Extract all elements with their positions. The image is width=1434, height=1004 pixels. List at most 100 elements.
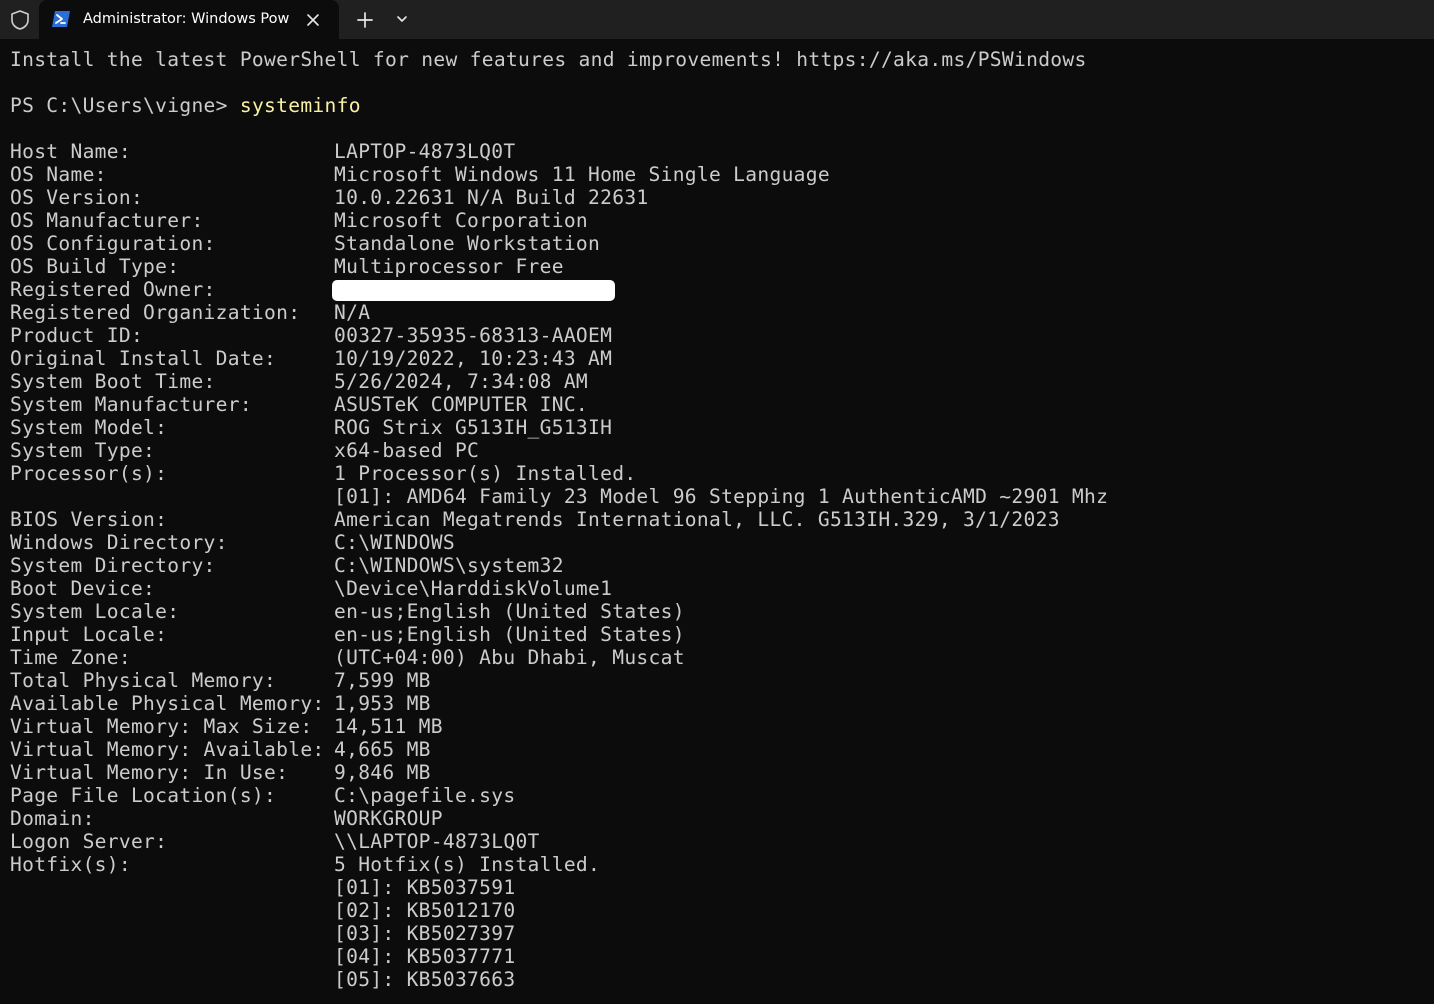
info-value: en-us;English (United States) [334,600,685,623]
info-value: LAPTOP-4873LQ0T [334,140,516,163]
info-value: C:\WINDOWS\system32 [334,554,564,577]
info-key: Host Name: [10,140,131,163]
info-value: [01]: KB5037591 [334,876,516,899]
info-key: Virtual Memory: Max Size: [10,715,313,738]
info-row: Host Name: LAPTOP-4873LQ0T [10,140,1430,163]
info-row: Available Physical Memory: 1,953 MB [10,692,1430,715]
info-value: (UTC+04:00) Abu Dhabi, Muscat [334,646,685,669]
new-tab-icon[interactable] [352,7,378,33]
systeminfo-output: Host Name: LAPTOP-4873LQ0T OS Name: Microso… [10,140,1430,991]
info-row: Registered Owner: [10,278,1430,301]
info-row: Product ID: 00327-35935-68313-AAOEM [10,324,1430,347]
info-value: \\LAPTOP-4873LQ0T [334,830,540,853]
info-row: OS Version: 10.0.22631 N/A Build 22631 [10,186,1430,209]
info-value: Multiprocessor Free [334,255,564,278]
info-key: BIOS Version: [10,508,168,531]
info-row: System Boot Time: 5/26/2024, 7:34:08 AM [10,370,1430,393]
info-value: 1,953 MB [334,692,431,715]
info-row: OS Build Type: Multiprocessor Free [10,255,1430,278]
tab-powershell[interactable]: Administrator: Windows Powe [39,0,339,39]
info-key: System Model: [10,416,168,439]
info-key: Page File Location(s): [10,784,277,807]
info-value: WORKGROUP [334,807,443,830]
info-row: Virtual Memory: In Use: 9,846 MB [10,761,1430,784]
info-key: Virtual Memory: Available: [10,738,325,761]
info-value: 5 Hotfix(s) Installed. [334,853,601,876]
info-value: American Megatrends International, LLC. … [334,508,1060,531]
info-value: C:\pagefile.sys [334,784,516,807]
info-value: ASUSTeK COMPUTER INC. [334,393,589,416]
info-key: Virtual Memory: In Use: [10,761,289,784]
close-icon[interactable] [301,8,325,32]
info-row: [01]: KB5037591 [10,876,1430,899]
update-banner: Install the latest PowerShell for new fe… [10,48,1087,71]
info-key: System Boot Time: [10,370,216,393]
info-row: System Model: ROG Strix G513IH_G513IH [10,416,1430,439]
info-row: System Directory: C:\WINDOWS\system32 [10,554,1430,577]
info-row: OS Manufacturer: Microsoft Corporation [10,209,1430,232]
chevron-down-icon[interactable] [391,8,413,30]
info-key: Time Zone: [10,646,131,669]
info-key: OS Manufacturer: [10,209,204,232]
info-row: [03]: KB5027397 [10,922,1430,945]
info-value: [03]: KB5027397 [334,922,516,945]
info-row: System Locale: en-us;English (United Stat… [10,600,1430,623]
info-row: Domain: WORKGROUP [10,807,1430,830]
redaction-bar [332,280,615,301]
prompt-line: PS C:\Users\vigne> systeminfo [10,94,1430,117]
info-value: [01]: AMD64 Family 23 Model 96 Stepping … [334,485,1109,508]
info-key: System Type: [10,439,156,462]
info-row: Input Locale: en-us;English (United State… [10,623,1430,646]
prompt-path: PS C:\Users\vigne> [10,94,240,117]
info-row: Processor(s): 1 Processor(s) Installed. [10,462,1430,485]
info-row: [04]: KB5037771 [10,945,1430,968]
info-value: x64-based PC [334,439,480,462]
info-row: System Type: x64-based PC [10,439,1430,462]
info-key: Processor(s): [10,462,168,485]
info-key: System Manufacturer: [10,393,252,416]
info-row: Total Physical Memory: 7,599 MB [10,669,1430,692]
info-key: Input Locale: [10,623,168,646]
info-key: Registered Organization: [10,301,301,324]
info-value: 10.0.22631 N/A Build 22631 [334,186,649,209]
powershell-icon [52,11,70,27]
info-key: Windows Directory: [10,531,228,554]
info-row: Hotfix(s): 5 Hotfix(s) Installed. [10,853,1430,876]
info-value: 9,846 MB [334,761,431,784]
terminal-output[interactable]: Install the latest PowerShell for new fe… [10,48,1430,991]
info-value: [05]: KB5037663 [334,968,516,991]
info-row: Time Zone: (UTC+04:00) Abu Dhabi, Muscat [10,646,1430,669]
info-key: OS Version: [10,186,144,209]
info-value: Microsoft Windows 11 Home Single Languag… [334,163,830,186]
info-key: Available Physical Memory: [10,692,325,715]
info-row: Original Install Date: 10/19/2022, 10:23:… [10,347,1430,370]
info-row: Logon Server: \\LAPTOP-4873LQ0T [10,830,1430,853]
info-value: Standalone Workstation [334,232,601,255]
info-key: Product ID: [10,324,144,347]
info-row: [02]: KB5012170 [10,899,1430,922]
info-key: Logon Server: [10,830,168,853]
info-row: Virtual Memory: Available: 4,665 MB [10,738,1430,761]
info-row: [05]: KB5037663 [10,968,1430,991]
info-row: System Manufacturer: ASUSTeK COMPUTER INC… [10,393,1430,416]
info-key: Domain: [10,807,95,830]
tab-title: Administrator: Windows Powe [83,11,289,27]
info-key: Original Install Date: [10,347,277,370]
shield-icon [11,10,29,30]
info-row: Registered Organization: N/A [10,301,1430,324]
info-row: OS Configuration: Standalone Workstation [10,232,1430,255]
tab-bar: Administrator: Windows Powe [0,0,1434,39]
info-row: Windows Directory: C:\WINDOWS [10,531,1430,554]
info-row: Virtual Memory: Max Size: 14,511 MB [10,715,1430,738]
info-row: Boot Device: \Device\HarddiskVolume1 [10,577,1430,600]
info-row: [01]: AMD64 Family 23 Model 96 Stepping … [10,485,1430,508]
info-key: OS Configuration: [10,232,216,255]
info-value: [02]: KB5012170 [334,899,516,922]
info-key: System Locale: [10,600,180,623]
info-row: BIOS Version: American Megatrends Interna… [10,508,1430,531]
info-value: 5/26/2024, 7:34:08 AM [334,370,589,393]
info-value: C:\WINDOWS [334,531,455,554]
info-value: ROG Strix G513IH_G513IH [334,416,613,439]
